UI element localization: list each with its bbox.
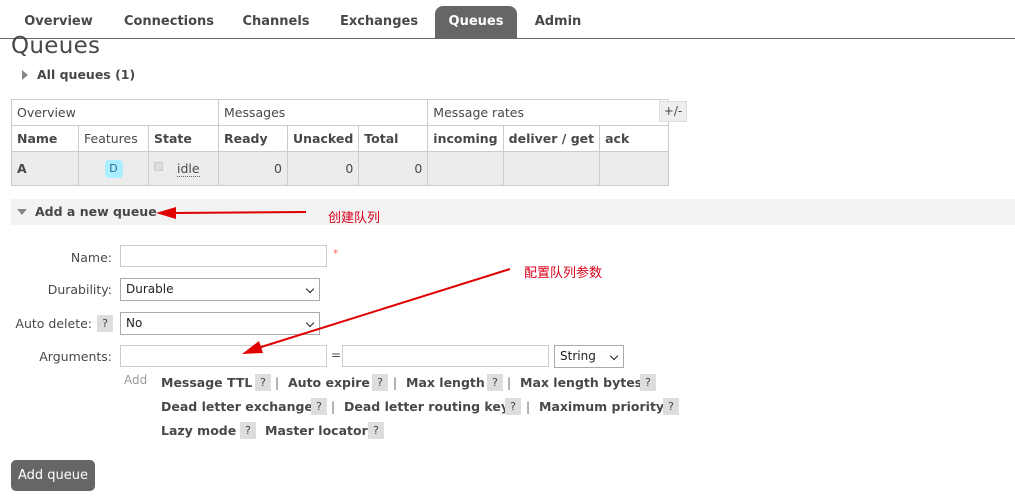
unacked-value: 0 xyxy=(286,151,360,186)
add-new-queue-label: Add a new queue xyxy=(35,204,157,219)
chevron-down-icon xyxy=(305,284,315,294)
col-features[interactable]: Features xyxy=(78,125,149,152)
auto-delete-label: Auto delete: xyxy=(15,316,92,331)
arguments-label: Arguments: xyxy=(39,349,112,364)
tab-exchanges[interactable]: Exchanges xyxy=(330,6,428,39)
auto-delete-help-icon[interactable]: ? xyxy=(97,315,113,332)
auto-delete-select[interactable]: No xyxy=(120,312,320,335)
incoming-value xyxy=(427,151,504,186)
queues-table: Overview Messages Message rates Name Fea… xyxy=(11,99,670,186)
arg-master-locator-link[interactable]: Master locator xyxy=(265,423,368,438)
tab-admin[interactable]: Admin xyxy=(527,6,589,39)
group-header-message-rates: Message rates xyxy=(427,99,670,126)
max-length-bytes-help-icon[interactable]: ? xyxy=(640,374,656,391)
auto-delete-value: No xyxy=(126,316,143,330)
queue-name-input[interactable] xyxy=(120,245,327,267)
ready-value: 0 xyxy=(218,151,288,186)
maximum-priority-help-icon[interactable]: ? xyxy=(663,398,679,415)
arg-maximum-priority-link[interactable]: Maximum priority xyxy=(539,399,664,414)
table-header-row: Name Features State Ready Unacked Total … xyxy=(11,125,670,152)
top-navigation: Overview Connections Channels Exchanges … xyxy=(0,0,1015,39)
master-locator-help-icon[interactable]: ? xyxy=(368,422,384,439)
col-state[interactable]: State xyxy=(148,125,219,152)
separator: | xyxy=(393,376,398,390)
add-queue-section-header xyxy=(11,199,1015,225)
name-label: Name: xyxy=(70,250,112,265)
argument-value-input[interactable] xyxy=(342,345,549,367)
page-title: Queues xyxy=(11,33,101,59)
arg-dead-letter-exchange-link[interactable]: Dead letter exchange xyxy=(161,399,313,414)
separator: | xyxy=(507,376,512,390)
arg-auto-expire-link[interactable]: Auto expire xyxy=(288,375,370,390)
tab-channels[interactable]: Channels xyxy=(232,6,320,39)
collapse-arrow-icon xyxy=(17,209,27,215)
all-queues-label: All queues (1) xyxy=(37,67,136,82)
deliver-get-value xyxy=(502,151,601,186)
queue-name-link[interactable]: A xyxy=(11,151,79,186)
group-header-overview: Overview xyxy=(11,99,219,126)
tab-queues[interactable]: Queues xyxy=(435,6,517,39)
col-name[interactable]: Name xyxy=(11,125,79,152)
state-text: idle xyxy=(177,161,200,177)
chevron-down-icon xyxy=(305,318,315,328)
total-value: 0 xyxy=(358,151,429,186)
argument-type-value: String xyxy=(560,349,596,363)
tab-connections[interactable]: Connections xyxy=(117,6,221,39)
col-ack[interactable]: ack xyxy=(599,125,670,152)
table-group-header-row: Overview Messages Message rates xyxy=(11,99,670,126)
lazy-mode-help-icon[interactable]: ? xyxy=(240,422,256,439)
dead-letter-exchange-help-icon[interactable]: ? xyxy=(311,398,327,415)
chevron-down-icon xyxy=(609,351,619,361)
table-row: A D idle 0 0 0 xyxy=(11,151,670,186)
argument-type-select[interactable]: String xyxy=(554,345,624,368)
add-new-queue-toggle[interactable]: Add a new queue xyxy=(17,204,157,219)
state-cell: idle xyxy=(148,151,219,186)
create-queue-annotation: 创建队列 xyxy=(328,211,381,226)
arg-max-length-bytes-link[interactable]: Max length bytes xyxy=(520,375,642,390)
separator: | xyxy=(526,400,531,414)
ack-value xyxy=(599,151,670,186)
dead-letter-routing-key-help-icon[interactable]: ? xyxy=(505,398,521,415)
all-queues-toggle[interactable]: All queues (1) xyxy=(22,67,135,82)
durability-select[interactable]: Durable xyxy=(120,278,320,301)
add-label: Add xyxy=(124,373,148,387)
col-total[interactable]: Total xyxy=(358,125,429,152)
expand-arrow-icon xyxy=(22,70,28,80)
durability-label: Durability: xyxy=(47,282,112,297)
col-unacked[interactable]: Unacked xyxy=(286,125,360,152)
config-args-annotation: 配置队列参数 xyxy=(524,266,603,281)
durability-value: Durable xyxy=(126,282,174,296)
col-ready[interactable]: Ready xyxy=(218,125,288,152)
auto-expire-help-icon[interactable]: ? xyxy=(372,374,388,391)
col-deliver-get[interactable]: deliver / get xyxy=(502,125,601,152)
col-incoming[interactable]: incoming xyxy=(427,125,504,152)
durable-badge: D xyxy=(104,159,123,178)
toggle-columns-button[interactable]: +/- xyxy=(659,101,687,122)
arg-message-ttl-link[interactable]: Message TTL xyxy=(161,375,252,390)
arg-lazy-mode-link[interactable]: Lazy mode xyxy=(161,423,236,438)
state-indicator-icon xyxy=(154,162,163,171)
argument-key-input[interactable] xyxy=(120,345,327,367)
add-queue-button[interactable]: Add queue xyxy=(11,460,95,491)
required-mark: * xyxy=(333,247,339,260)
features-cell: D xyxy=(78,151,149,186)
arg-dead-letter-routing-key-link[interactable]: Dead letter routing key xyxy=(344,399,509,414)
equals-sign: = xyxy=(331,348,342,362)
group-header-messages: Messages xyxy=(217,99,429,126)
separator: | xyxy=(275,376,280,390)
max-length-help-icon[interactable]: ? xyxy=(487,374,503,391)
message-ttl-help-icon[interactable]: ? xyxy=(255,374,271,391)
arg-max-length-link[interactable]: Max length xyxy=(406,375,485,390)
separator: | xyxy=(331,400,336,414)
